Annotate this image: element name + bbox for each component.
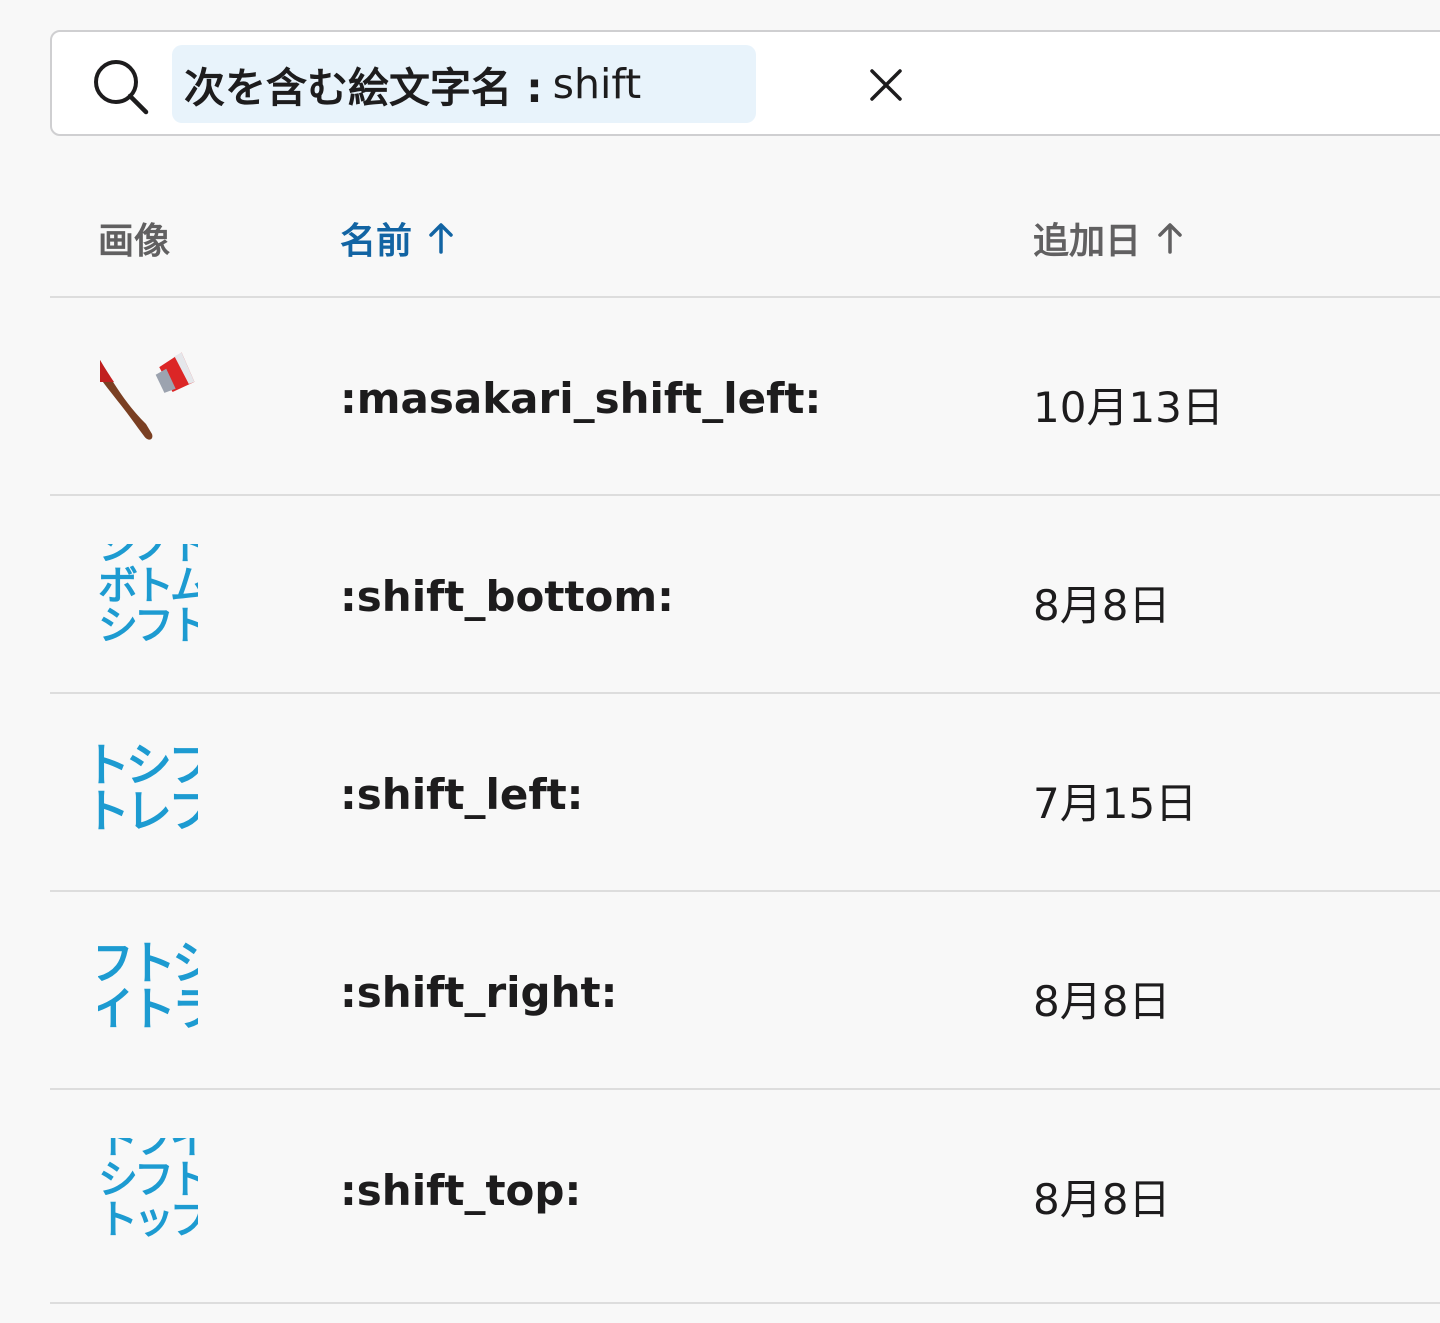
column-header-date-added[interactable]: 追加日	[1033, 212, 1185, 264]
column-header-name[interactable]: 名前	[340, 212, 456, 264]
sort-ascending-icon	[1158, 223, 1182, 254]
emoji-text-line: イトラ	[98, 982, 198, 1036]
column-header-name-label: 名前	[340, 221, 413, 262]
table-row[interactable]: フトシ イトラ :shift_right: 8月8日	[50, 894, 1440, 1090]
search-icon	[94, 60, 149, 115]
emoji-name: :shift_bottom:	[340, 572, 674, 621]
emoji-text-line: トシフ	[98, 742, 198, 792]
shift-bottom-emoji-image: シノト ボトム シフト	[98, 544, 198, 644]
axe-emoji-image	[100, 352, 195, 440]
row-divider	[50, 890, 1440, 892]
emoji-list-page: 次を含む絵文字名 : shift 画像 名前 追加日:masakari_shi…	[0, 0, 1440, 1323]
column-header-image-label: 画像	[98, 221, 171, 262]
emoji-name: :shift_left:	[340, 770, 584, 819]
emoji-text-line: トレフ	[98, 784, 198, 838]
emoji-date-added: 10月13日	[1033, 383, 1224, 432]
emoji-date-added: 7月15日	[1033, 779, 1198, 828]
column-header-image: 画像	[98, 212, 170, 264]
table-row[interactable]: トフイ シフト トップ :shift_top: 8月8日	[50, 1092, 1440, 1288]
emoji-name: :shift_top:	[340, 1166, 582, 1215]
emoji-name: :shift_right:	[340, 968, 618, 1017]
name-filter-chip[interactable]: 次を含む絵文字名 : shift	[172, 45, 902, 123]
shift-top-emoji-image: トフイ シフト トップ	[98, 1138, 198, 1238]
column-header-date-label: 追加日	[1033, 221, 1142, 262]
header-divider	[50, 296, 1440, 298]
row-divider	[50, 1302, 1440, 1304]
close-icon[interactable]	[864, 63, 908, 107]
emoji-name: :masakari_shift_left:	[340, 374, 822, 423]
filter-value: shift	[552, 60, 642, 108]
sort-ascending-icon	[429, 223, 453, 254]
emoji-text-line: トップ	[98, 1197, 198, 1238]
emoji-date-added: 8月8日	[1033, 1175, 1171, 1224]
shift-right-emoji-image: フトシ イトラ	[98, 940, 198, 1040]
emoji-text-line: ボトム	[98, 563, 198, 609]
filter-label: 次を含む絵文字名 :	[184, 64, 543, 112]
emoji-text-line: フトシ	[98, 940, 198, 990]
emoji-date-added: 8月8日	[1033, 581, 1171, 630]
row-divider	[50, 494, 1440, 496]
table-row[interactable]: トシフ トレフ :shift_left: 7月15日	[50, 696, 1440, 892]
emoji-date-added: 8月8日	[1033, 977, 1171, 1026]
row-divider	[50, 692, 1440, 694]
emoji-text-line: シフト	[98, 603, 198, 644]
shift-left-emoji-image: トシフ トレフ	[98, 742, 198, 842]
emoji-text-line: シフト	[98, 1157, 198, 1203]
row-divider	[50, 1088, 1440, 1090]
table-row[interactable]: シノト ボトム シフト :shift_bottom: 8月8日	[50, 498, 1440, 694]
table-row[interactable]: :masakari_shift_left: 10月13日	[50, 300, 1440, 496]
